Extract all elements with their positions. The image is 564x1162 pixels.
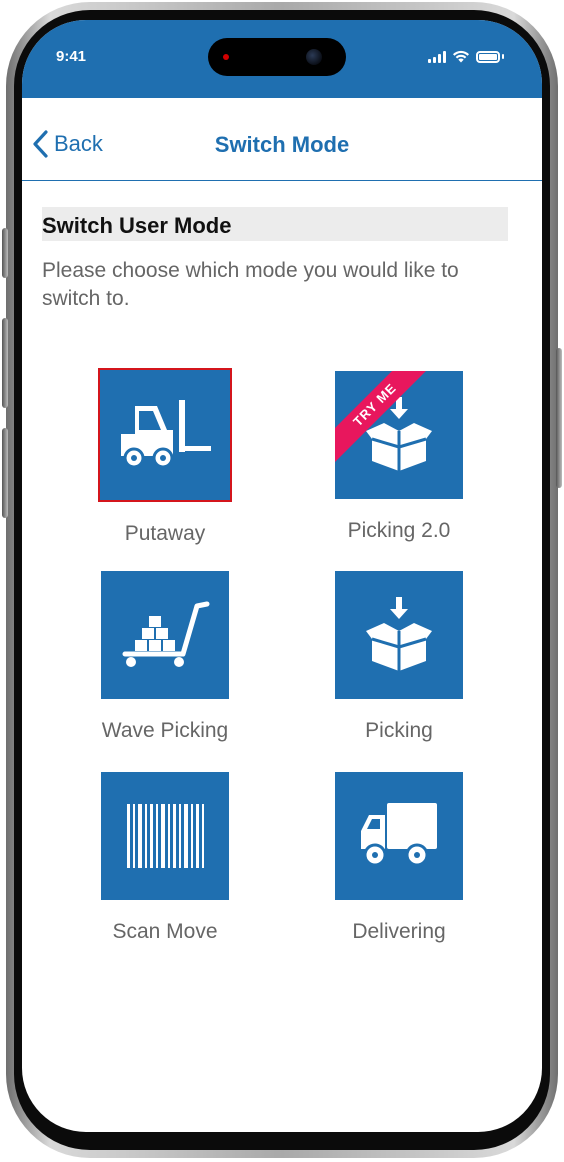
package-box-icon: [366, 597, 432, 671]
volume-up-button: [2, 318, 8, 408]
mode-label: Delivering: [352, 920, 446, 943]
mode-tile-wave-picking[interactable]: Wave Picking: [70, 571, 260, 743]
forklift-icon: [121, 400, 211, 469]
mode-tile-picking[interactable]: Picking: [304, 571, 494, 743]
status-bar: 9:41: [22, 20, 542, 98]
battery-icon: [476, 50, 500, 63]
power-button: [556, 348, 562, 488]
mode-label: Scan Move: [112, 920, 218, 943]
mode-tile-scan-move[interactable]: Scan Move: [70, 772, 260, 944]
mode-tile-picking-2[interactable]: TRY ME Picking 2.0: [304, 371, 494, 543]
instructions-text: Please choose which mode you would like …: [42, 259, 459, 310]
truck-icon: [361, 803, 437, 867]
cellular-signal-icon: [428, 50, 446, 63]
barcode-icon: [127, 804, 204, 868]
status-icons: [428, 50, 504, 63]
mode-icon-box: [98, 368, 232, 502]
mode-tile-delivering[interactable]: Delivering: [304, 772, 494, 944]
action-button: [2, 228, 8, 278]
mode-label: Picking: [365, 719, 433, 742]
mode-tile-putaway[interactable]: Putaway: [70, 368, 260, 546]
screen: 9:41 Back Switch Mode Switch User Mode P…: [22, 20, 542, 1132]
mode-icon-box: [335, 571, 463, 699]
recording-indicator-icon: [223, 54, 229, 60]
dynamic-island: [208, 38, 346, 76]
mode-icon-box: [101, 772, 229, 900]
cart-boxes-icon: [122, 601, 210, 667]
wifi-icon: [453, 50, 469, 63]
mode-icon-box: [335, 772, 463, 900]
mode-label: Picking 2.0: [347, 519, 451, 542]
volume-down-button: [2, 428, 8, 518]
navigation-bar: Back Switch Mode: [22, 98, 542, 181]
mode-icon-box: TRY ME: [335, 371, 463, 499]
mode-label: Putaway: [124, 522, 206, 545]
status-time: 9:41: [56, 48, 87, 65]
camera-icon: [306, 49, 322, 65]
mode-label: Wave Picking: [101, 719, 229, 742]
battery-cap: [502, 54, 504, 59]
section-header: Switch User Mode: [42, 207, 508, 241]
mode-icon-box: [101, 571, 229, 699]
page-title: Switch Mode: [214, 132, 350, 157]
